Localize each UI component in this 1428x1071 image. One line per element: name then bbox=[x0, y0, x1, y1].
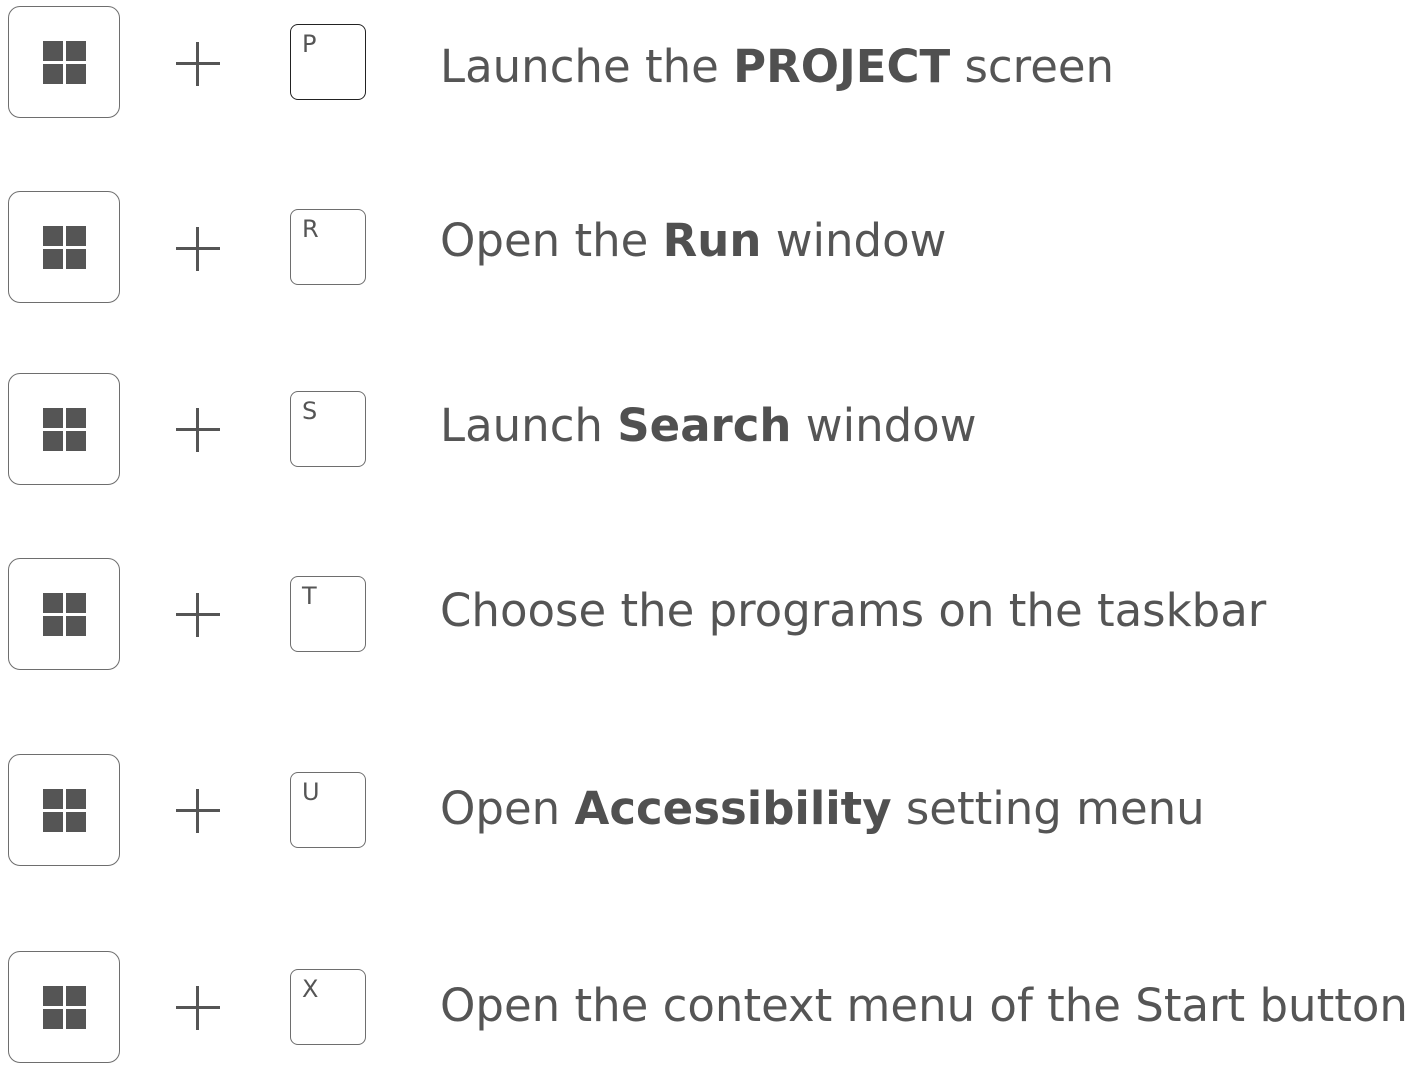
shortcut-row: X Open the context menu of the Start but… bbox=[0, 951, 1428, 1071]
key-letter: X bbox=[302, 975, 319, 1003]
letter-key: U bbox=[290, 772, 366, 848]
shortcut-description: Launch Search window bbox=[440, 399, 977, 452]
windows-logo-icon bbox=[43, 408, 86, 451]
letter-key: R bbox=[290, 209, 366, 285]
key-letter: R bbox=[302, 215, 319, 243]
letter-key: T bbox=[290, 576, 366, 652]
plus-icon bbox=[176, 408, 220, 452]
shortcut-description: Launche the PROJECT screen bbox=[440, 40, 1115, 93]
windows-key bbox=[8, 373, 120, 485]
shortcut-description: Open the Run window bbox=[440, 214, 947, 267]
shortcut-row: S Launch Search window bbox=[0, 373, 1428, 493]
key-letter: P bbox=[302, 30, 317, 58]
windows-key bbox=[8, 558, 120, 670]
key-letter: T bbox=[302, 582, 317, 610]
shortcut-row: U Open Accessibility setting menu bbox=[0, 754, 1428, 874]
plus-icon bbox=[176, 42, 220, 86]
letter-key: X bbox=[290, 969, 366, 1045]
plus-icon bbox=[176, 986, 220, 1030]
shortcut-description: Open Accessibility setting menu bbox=[440, 782, 1205, 835]
letter-key: P bbox=[290, 24, 366, 100]
shortcut-row: P Launche the PROJECT screen bbox=[0, 6, 1428, 126]
windows-key bbox=[8, 951, 120, 1063]
windows-logo-icon bbox=[43, 789, 86, 832]
key-letter: S bbox=[302, 397, 318, 425]
shortcut-description: Open the context menu of the Start butto… bbox=[440, 979, 1408, 1032]
windows-logo-icon bbox=[43, 226, 86, 269]
letter-key: S bbox=[290, 391, 366, 467]
windows-logo-icon bbox=[43, 41, 86, 84]
plus-icon bbox=[176, 789, 220, 833]
windows-logo-icon bbox=[43, 593, 86, 636]
windows-logo-icon bbox=[43, 986, 86, 1029]
key-letter: U bbox=[302, 778, 320, 806]
windows-key bbox=[8, 191, 120, 303]
shortcut-row: T Choose the programs on the taskbar bbox=[0, 558, 1428, 678]
plus-icon bbox=[176, 593, 220, 637]
windows-key bbox=[8, 754, 120, 866]
plus-icon bbox=[176, 227, 220, 271]
shortcut-row: R Open the Run window bbox=[0, 191, 1428, 311]
shortcut-description: Choose the programs on the taskbar bbox=[440, 584, 1267, 637]
windows-key bbox=[8, 6, 120, 118]
